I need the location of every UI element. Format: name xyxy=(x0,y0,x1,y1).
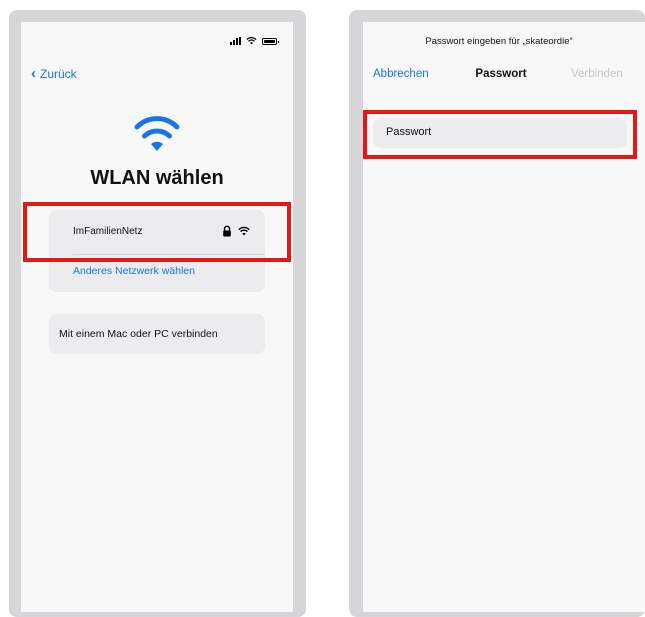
connect-mac-pc-label: Mit einem Mac oder PC verbinden xyxy=(59,328,218,340)
signal-icon xyxy=(230,37,241,45)
other-network-link[interactable]: Anderes Netzwerk wählen xyxy=(73,265,195,277)
wifi-icon xyxy=(246,37,257,45)
chevron-left-icon: ‹ xyxy=(31,65,36,82)
network-highlight-box xyxy=(23,202,291,262)
password-prompt: Passwort eingeben für „skateordie“ xyxy=(425,36,573,47)
connect-button[interactable]: Verbinden xyxy=(571,68,623,80)
status-bar xyxy=(230,36,279,46)
page-title: WLAN wählen xyxy=(90,167,224,189)
password-highlight-box xyxy=(363,110,637,159)
battery-icon xyxy=(262,37,279,45)
back-button[interactable]: ‹ Zurück xyxy=(31,66,77,81)
wifi-select-screen: ‹ Zurück WLAN wählen ImFamilienNetz Ande… xyxy=(21,22,293,612)
wifi-large-icon xyxy=(134,116,180,151)
back-label: Zurück xyxy=(40,66,77,81)
